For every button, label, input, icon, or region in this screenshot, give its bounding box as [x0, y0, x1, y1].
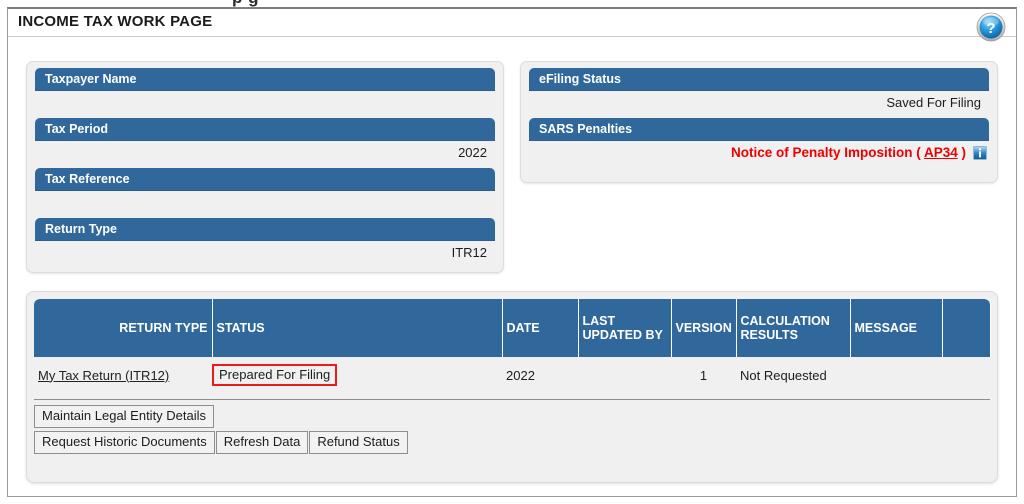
efiling-status-value: Saved For Filing: [529, 91, 989, 116]
table-header-row: RETURN TYPE STATUS DATE LAST UPDATED BY …: [34, 299, 991, 357]
cell-return-type: My Tax Return (ITR12): [34, 357, 212, 394]
page-title: INCOME TAX WORK PAGE: [18, 13, 213, 30]
cell-date: 2022: [502, 357, 578, 394]
column-header-extra: [942, 299, 991, 357]
taxpayer-name-value: [35, 91, 495, 116]
cell-last-updated-by: [578, 357, 671, 394]
column-header-status[interactable]: STATUS: [212, 299, 503, 357]
cell-version: 1: [671, 357, 736, 394]
penalty-suffix-text: ): [957, 145, 967, 160]
sars-penalties-label: SARS Penalties: [529, 118, 989, 141]
return-type-label: Return Type: [35, 218, 495, 241]
action-buttons-row-2: Request Historic Documents Refresh Data Re…: [34, 431, 990, 457]
cell-status: Prepared For Filing: [212, 357, 502, 394]
my-tax-return-link[interactable]: My Tax Return (ITR12): [38, 368, 169, 383]
field-tax-period: Tax Period 2022: [35, 118, 495, 166]
taxpayer-info-panel: Taxpayer Name Tax Period 2022 Tax Refere…: [26, 61, 504, 273]
column-header-version[interactable]: VERSION: [671, 299, 737, 357]
returns-table-panel: RETURN TYPE STATUS DATE LAST UPDATED BY …: [26, 291, 998, 483]
column-header-last-updated-by[interactable]: LAST UPDATED BY: [578, 299, 672, 357]
column-header-calculation-results[interactable]: CALCULATION RESULTS: [736, 299, 851, 357]
tax-reference-label: Tax Reference: [35, 168, 495, 191]
efiling-status-panel: eFiling Status Saved For Filing SARS Pen…: [520, 61, 998, 183]
column-header-return-type[interactable]: RETURN TYPE: [34, 299, 213, 357]
returns-table: RETURN TYPE STATUS DATE LAST UPDATED BY …: [34, 299, 991, 394]
action-buttons-row-1: Maintain Legal Entity Details: [34, 405, 990, 431]
field-return-type: Return Type ITR12: [35, 218, 495, 266]
taxpayer-name-label: Taxpayer Name: [35, 68, 495, 91]
income-tax-work-page-screen: p g INCOME TAX WORK PAGE: [0, 0, 1024, 504]
refresh-data-button[interactable]: Refresh Data: [215, 431, 309, 454]
svg-text:?: ?: [986, 20, 995, 37]
work-page-window: INCOME TAX WORK PAGE ? Taxpayer Name Tax…: [7, 7, 1017, 497]
action-buttons: Maintain Legal Entity Details Request Hi…: [34, 399, 990, 457]
status-badge: Prepared For Filing: [212, 364, 338, 386]
information-icon[interactable]: [973, 146, 987, 160]
tax-period-label: Tax Period: [35, 118, 495, 141]
field-efiling-status: eFiling Status Saved For Filing: [529, 68, 989, 116]
column-header-message[interactable]: MESSAGE: [850, 299, 943, 357]
return-type-value: ITR12: [35, 241, 495, 266]
tax-period-value: 2022: [35, 141, 495, 166]
column-header-date[interactable]: DATE: [502, 299, 579, 357]
refund-status-button[interactable]: Refund Status: [309, 431, 408, 454]
cell-message: [850, 357, 942, 394]
field-taxpayer-name: Taxpayer Name: [35, 68, 495, 116]
maintain-legal-entity-details-button[interactable]: Maintain Legal Entity Details: [34, 405, 215, 428]
ap34-link[interactable]: AP34: [924, 145, 958, 160]
cell-calculation-results: Not Requested: [736, 357, 850, 394]
request-historic-documents-button[interactable]: Request Historic Documents: [34, 431, 215, 454]
table-row: My Tax Return (ITR12) Prepared For Filin…: [34, 357, 990, 394]
field-sars-penalties: SARS Penalties Notice of Penalty Imposit…: [529, 118, 989, 166]
help-icon[interactable]: ?: [976, 12, 1006, 42]
cell-extra: [942, 357, 990, 394]
penalty-prefix-text: Notice of Penalty Imposition (: [730, 145, 924, 160]
efiling-status-label: eFiling Status: [529, 68, 989, 91]
sars-penalties-value: Notice of Penalty Imposition ( AP34 ): [529, 141, 989, 166]
field-tax-reference: Tax Reference: [35, 168, 495, 216]
tax-reference-value: [35, 191, 495, 216]
title-bar: INCOME TAX WORK PAGE ?: [8, 9, 1016, 42]
